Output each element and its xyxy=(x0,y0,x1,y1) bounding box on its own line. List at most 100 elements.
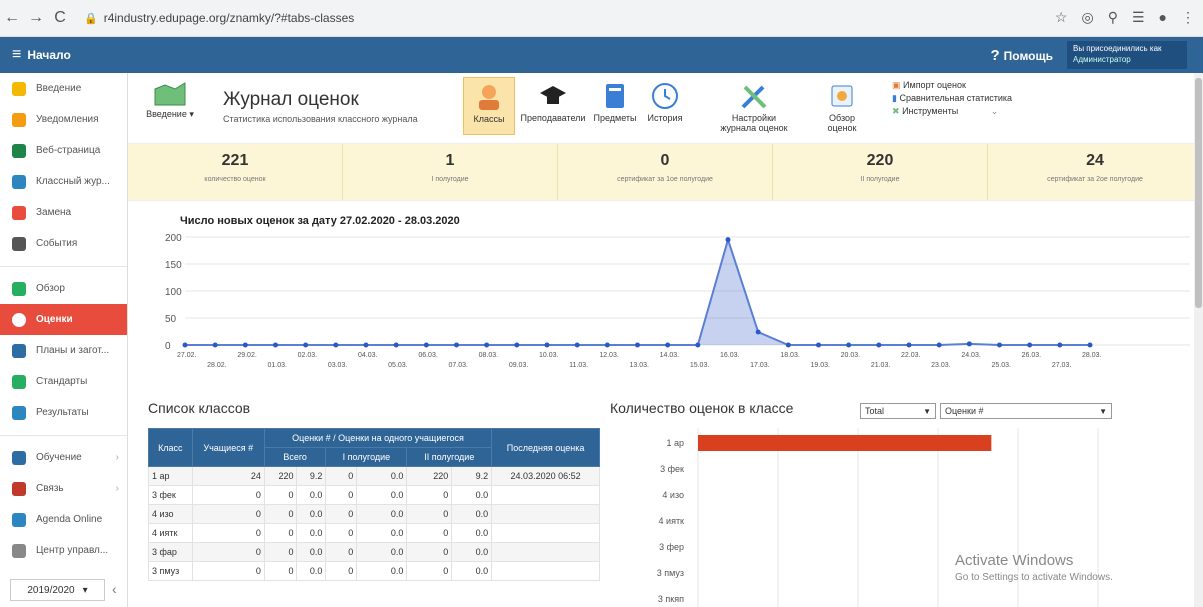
sidebar-item[interactable]: Планы и загот... xyxy=(0,335,127,366)
year-select[interactable]: 2019/2020 ▾ xyxy=(10,579,105,601)
sidebar-item[interactable]: Связь › xyxy=(0,473,127,504)
metric-select[interactable]: Оценки # ▼ xyxy=(940,403,1112,419)
data-point[interactable] xyxy=(635,342,640,348)
stat-card: 24 сертификат за 2ое полугодие xyxy=(988,144,1203,200)
reader-icon[interactable]: ☰ xyxy=(1132,9,1145,26)
sidebar-item[interactable]: Agenda Online xyxy=(0,504,127,535)
scrollbar-thumb[interactable] xyxy=(1195,78,1202,308)
sidebar-item[interactable]: Стандарты xyxy=(0,366,127,397)
home-link[interactable]: Начало xyxy=(27,48,70,62)
table-row[interactable]: 1 ар 24 220 9.2 0 0.0 220 9.2 24.03.2020 06:52 xyxy=(148,466,600,486)
sidebar-item-label: Уведомления xyxy=(36,114,99,125)
data-point[interactable] xyxy=(1057,342,1063,348)
col-students[interactable]: Учащиеся # xyxy=(191,428,265,467)
series-area xyxy=(185,239,1090,345)
back-icon[interactable]: ← xyxy=(0,9,24,27)
star-icon[interactable]: ☆ xyxy=(1055,9,1068,26)
intro-icon xyxy=(154,82,186,106)
data-point[interactable] xyxy=(544,342,550,348)
data-point[interactable] xyxy=(604,342,610,348)
hamburger-icon[interactable]: ≡ xyxy=(12,46,21,64)
sidebar-item[interactable]: Веб-страница xyxy=(0,135,127,166)
data-point[interactable] xyxy=(725,237,731,243)
data-point[interactable] xyxy=(997,342,1002,348)
table-cell: 0.0 xyxy=(356,542,408,562)
table-row[interactable]: 4 изо 0 0 0.0 0 0.0 0 0.0 xyxy=(148,504,600,524)
settings-button[interactable]: Настройки журнала оценок xyxy=(718,81,790,133)
data-point[interactable] xyxy=(816,342,821,348)
total-select[interactable]: Total ▼ xyxy=(860,403,936,419)
bar-category-label: 1 ар xyxy=(666,438,684,448)
data-point[interactable] xyxy=(393,342,399,348)
data-point[interactable] xyxy=(785,342,791,348)
data-point[interactable] xyxy=(936,342,942,348)
data-point[interactable] xyxy=(514,342,520,348)
data-point[interactable] xyxy=(846,342,852,348)
lock-icon: 🔒 xyxy=(84,12,98,25)
data-point[interactable] xyxy=(755,329,761,335)
data-point[interactable] xyxy=(1087,342,1093,348)
stat-label: I полугодие xyxy=(431,176,469,183)
table-cell: 9.2 xyxy=(296,466,327,486)
table-row[interactable]: 3 фар 0 0 0.0 0 0.0 0 0.0 xyxy=(148,542,600,562)
reload-icon[interactable]: C xyxy=(48,9,72,27)
import-link[interactable]: ▣ Импорт оценок xyxy=(892,79,1012,92)
table-cell: 0 xyxy=(406,523,453,543)
profile-icon[interactable]: ● xyxy=(1159,9,1167,26)
data-point[interactable] xyxy=(212,342,218,348)
user-menu[interactable]: Вы присоединились как Администратор xyxy=(1067,41,1187,69)
data-point[interactable] xyxy=(1027,342,1033,348)
sidebar-item[interactable]: События xyxy=(0,228,127,259)
tab-teachers[interactable]: Преподаватели xyxy=(518,81,588,123)
sidebar-item[interactable]: Оценки xyxy=(0,304,127,335)
data-point[interactable] xyxy=(242,342,248,348)
address-bar[interactable]: 🔒 r4industry.edupage.org/znamky/?#tabs-c… xyxy=(84,11,354,25)
sidebar-item[interactable]: Обзор xyxy=(0,273,127,304)
tab-classes[interactable]: Классы xyxy=(463,77,515,135)
data-point[interactable] xyxy=(906,342,912,348)
col-total[interactable]: Всего xyxy=(263,447,327,467)
col-half1[interactable]: I полугодие xyxy=(325,447,408,467)
shield-icon[interactable]: ◎ xyxy=(1081,9,1093,26)
col-class[interactable]: Класс xyxy=(148,428,193,467)
data-point[interactable] xyxy=(303,342,309,348)
sidebar-item[interactable]: Классный жур... xyxy=(0,166,127,197)
page-scrollbar[interactable] xyxy=(1194,73,1203,607)
intro-button[interactable]: Введение ▾ xyxy=(140,81,200,120)
data-point[interactable] xyxy=(273,342,278,348)
data-point[interactable] xyxy=(876,342,882,348)
data-point[interactable] xyxy=(966,341,972,347)
compare-link[interactable]: ▮ Сравнительная статистика xyxy=(892,92,1012,105)
data-point[interactable] xyxy=(423,342,429,348)
search-icon[interactable]: ⚲ xyxy=(1108,9,1118,26)
table-row[interactable]: 3 фек 0 0 0.0 0 0.0 0 0.0 xyxy=(148,485,600,505)
data-point[interactable] xyxy=(454,342,459,348)
tab-history[interactable]: История xyxy=(640,81,690,123)
menu-icon[interactable]: ⋮ xyxy=(1181,9,1195,26)
page-header: Введение ▾ Журнал оценок Статистика испо… xyxy=(140,77,1190,139)
data-point[interactable] xyxy=(333,342,339,348)
sidebar-item[interactable]: Центр управл... xyxy=(0,535,127,566)
data-point[interactable] xyxy=(574,342,580,348)
table-row[interactable]: 4 иятк 0 0 0.0 0 0.0 0 0.0 xyxy=(148,523,600,543)
forward-icon[interactable]: → xyxy=(24,9,48,27)
data-point[interactable] xyxy=(484,342,490,348)
sidebar-item[interactable]: Уведомления xyxy=(0,104,127,135)
col-last[interactable]: Последняя оценка xyxy=(491,428,600,467)
sidebar-item[interactable]: Замена xyxy=(0,197,127,228)
bar[interactable] xyxy=(698,435,992,451)
sidebar-item[interactable]: Введение xyxy=(0,73,127,104)
tab-subjects[interactable]: Предметы xyxy=(590,81,640,123)
tools-link[interactable]: ✖ Инструменты ⌄ xyxy=(892,105,1012,118)
sidebar-item[interactable]: Обучение › xyxy=(0,442,127,473)
sidebar-item[interactable]: Результаты xyxy=(0,397,127,428)
data-point[interactable] xyxy=(363,342,369,348)
col-half2[interactable]: II полугодие xyxy=(406,447,493,467)
data-point[interactable] xyxy=(665,342,671,348)
help-button[interactable]: ? Помощь xyxy=(990,47,1053,64)
data-point[interactable] xyxy=(695,342,701,348)
table-row[interactable]: 3 пмуз 0 0 0.0 0 0.0 0 0.0 xyxy=(148,561,600,581)
collapse-icon[interactable]: ‹ xyxy=(112,581,117,597)
overview-button[interactable]: Обзор оценок xyxy=(822,81,862,133)
data-point[interactable] xyxy=(182,342,188,348)
